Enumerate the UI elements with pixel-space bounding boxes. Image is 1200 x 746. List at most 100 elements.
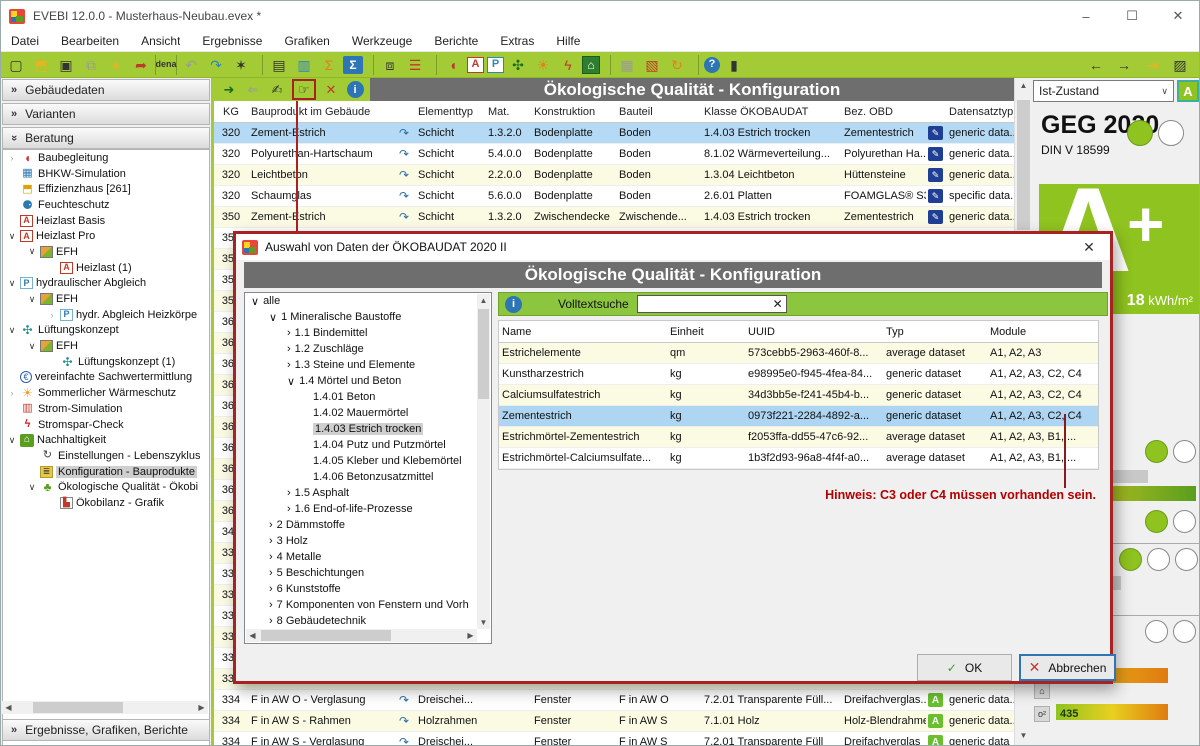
separator[interactable]: [691, 55, 699, 75]
menu-item[interactable]: Datei: [11, 34, 39, 48]
menu-item[interactable]: Grafiken: [284, 34, 329, 48]
col-datensatztyp[interactable]: Datensatztyp: [946, 106, 1014, 118]
scroll-left-icon[interactable]: ◀: [246, 629, 259, 642]
table-row[interactable]: 350 Zement-Estrich ↷ Schicht 1.3.2.0 Zwi…: [214, 207, 1014, 228]
sidebar-item-stromspar-check[interactable]: ϟ Stromspar-Check: [3, 417, 209, 433]
back-icon[interactable]: ⇐: [244, 81, 262, 99]
separator[interactable]: [366, 55, 374, 75]
col-uuid[interactable]: UUID: [745, 326, 883, 338]
dialog-tree-beschichtungen[interactable]: › 5 Beschichtungen: [245, 565, 491, 581]
col-konstruktion[interactable]: Konstruktion: [531, 106, 616, 118]
sidebar-item-heizlast-basis[interactable]: A Heizlast Basis: [3, 213, 209, 229]
dialog-tree-end-of-life[interactable]: › 1.6 End-of-life-Prozesse: [245, 501, 491, 517]
tree-expander-icon[interactable]: ›: [269, 535, 273, 547]
tree-expander-icon[interactable]: ∨: [27, 294, 37, 305]
nav-forward-icon[interactable]: →: [1113, 55, 1135, 75]
scroll-down-icon[interactable]: ▼: [1015, 728, 1032, 743]
tree-vertical-scrollbar[interactable]: ▲ ▼: [477, 294, 490, 629]
help-icon[interactable]: ?: [704, 57, 720, 73]
tree-expander-icon[interactable]: ›: [269, 615, 273, 627]
dataset-row[interactable]: Zementestrich kg 0973f221-2284-4892-a...…: [499, 406, 1098, 427]
info-icon[interactable]: i: [346, 81, 364, 99]
scrollbar-thumb[interactable]: [1017, 100, 1030, 230]
sidebar-item-lueftungskonzept-1[interactable]: ✣ Lüftungskonzept (1): [3, 354, 209, 370]
lightning-icon[interactable]: ϟ: [557, 55, 579, 75]
edit-doc-icon[interactable]: ✍: [268, 81, 286, 99]
dialog-tree-moertel-und-beton[interactable]: ∨ 1.4 Mörtel und Beton: [245, 373, 491, 389]
dialog-tree-kunststoffe[interactable]: › 6 Kunststoffe: [245, 581, 491, 597]
separator[interactable]: [255, 55, 263, 75]
dialog-tree-asphalt[interactable]: › 1.5 Asphalt: [245, 485, 491, 501]
dialog-tree-putz-und-putzmoertel[interactable]: 1.4.04 Putz und Putzmörtel: [245, 437, 491, 453]
sidebar-item-konfiguration-bauprodukte[interactable]: ≣ Konfiguration - Bauprodukte: [3, 464, 209, 480]
sum-all-icon[interactable]: Σ: [343, 56, 363, 74]
col-bez-obd[interactable]: Bez. OBD: [841, 106, 926, 118]
tree-expander-icon[interactable]: ›: [269, 519, 273, 531]
tree-expander-icon[interactable]: ∨: [27, 246, 37, 257]
ok-button[interactable]: ✓ OK: [917, 654, 1012, 681]
dialog-tree-bindemittel[interactable]: › 1.1 Bindemittel: [245, 325, 491, 341]
table-row[interactable]: 334 F in AW S - Rahmen ↷ Holzrahmen Fens…: [214, 711, 1014, 732]
tree-expander-icon[interactable]: ›: [269, 599, 273, 611]
tree-expander-icon[interactable]: ›: [269, 583, 273, 595]
sidebar-item-hydraulischer-abgleich[interactable]: ∨ P hydraulischer Abgleich: [3, 276, 209, 292]
tree-expander-icon[interactable]: ∨: [7, 231, 17, 242]
scroll-up-icon[interactable]: ▲: [1015, 78, 1032, 93]
nav-back-icon[interactable]: ←: [1085, 55, 1107, 75]
new-file-icon[interactable]: ▢: [5, 55, 27, 75]
tree-expander-icon[interactable]: ›: [269, 551, 273, 563]
dialog-tree-metalle[interactable]: › 4 Metalle: [245, 549, 491, 565]
sidebar-item-bhkw-simulation[interactable]: ▦ BHKW-Simulation: [3, 166, 209, 182]
sidebar-section-beratung[interactable]: » Beratung: [2, 127, 210, 149]
tree-expander-icon[interactable]: ›: [7, 388, 17, 398]
pick-dataset-icon[interactable]: ☞: [292, 79, 316, 100]
tree-expander-icon[interactable]: ∨: [287, 375, 295, 388]
menu-item[interactable]: Ergebnisse: [202, 34, 262, 48]
col-name[interactable]: Name: [499, 326, 667, 338]
tree-expander-icon[interactable]: ›: [287, 359, 291, 371]
dialog-tree-daemmstoffe[interactable]: › 2 Dämmstoffe: [245, 517, 491, 533]
search-input[interactable]: ✕: [637, 295, 787, 313]
dialog-close-icon[interactable]: ✕: [1074, 239, 1104, 256]
menu-item[interactable]: Berichte: [434, 34, 478, 48]
sidebar-item-baubegleitung[interactable]: › ◖ Baubegleitung: [3, 150, 209, 166]
structure-icon[interactable]: ⧈: [379, 55, 401, 75]
col-bauprodukt[interactable]: Bauprodukt im Gebäude: [248, 106, 393, 118]
maximize-button[interactable]: ☐: [1109, 1, 1155, 31]
sidebar-item-effizienzhaus[interactable]: ⬒ Effizienzhaus [261]: [3, 181, 209, 197]
dialog-tree-betonzusatzmittel[interactable]: 1.4.06 Betonzusatzmittel: [245, 469, 491, 485]
dialog-tree-beton[interactable]: 1.4.01 Beton: [245, 389, 491, 405]
eco-house-icon[interactable]: ⌂: [582, 56, 600, 74]
copy-icon[interactable]: ⧉: [80, 55, 102, 75]
sidebar-item-sommerlicher-waermeschutz[interactable]: › ☀ Sommerlicher Wärmeschutz: [3, 385, 209, 401]
dataset-edit-icon[interactable]: ✎: [928, 168, 943, 182]
tree-expander-icon[interactable]: ∨: [7, 325, 17, 336]
sidebar-item-efh-3[interactable]: ∨ EFH: [3, 338, 209, 354]
dataset-row[interactable]: Estrichelemente qm 573cebb5-2963-460f-8.…: [499, 343, 1098, 364]
tree-expander-icon[interactable]: ›: [287, 503, 291, 515]
dialog-tree-kleber-und-klebemoertel[interactable]: 1.4.05 Kleber und Klebemörtel: [245, 453, 491, 469]
sidebar-item-heizlast-1[interactable]: A Heizlast (1): [3, 260, 209, 276]
table-row[interactable]: 320 Leichtbeton ↷ Schicht 2.2.0.0 Bodenp…: [214, 165, 1014, 186]
sidebar-item-feuchteschutz[interactable]: ⚈ Feuchteschutz: [3, 197, 209, 213]
list-icon[interactable]: ☰: [404, 55, 426, 75]
menu-item[interactable]: Ansicht: [141, 34, 180, 48]
dataset-row[interactable]: Kunstharzestrich kg e98995e0-f945-4fea-8…: [499, 364, 1098, 385]
tree-expander-icon[interactable]: ∨: [251, 295, 259, 308]
separator[interactable]: [429, 55, 437, 75]
minimize-button[interactable]: –: [1063, 1, 1109, 31]
close-button[interactable]: ✕: [1155, 1, 1200, 31]
dataset-row[interactable]: Estrichmörtel-Calciumsulfate... kg 1b3f2…: [499, 448, 1098, 469]
nav-next-icon[interactable]: ⇥: [1141, 55, 1163, 75]
sidebar-item-einstellungen-lebenszyklus[interactable]: ↻ Einstellungen - Lebenszyklus: [3, 448, 209, 464]
tree-horizontal-scrollbar[interactable]: ◀ ▶: [246, 629, 477, 642]
tree-expander-icon[interactable]: ∨: [7, 278, 17, 289]
dataset-edit-icon[interactable]: ✎: [928, 210, 943, 224]
menu-item[interactable]: Hilfe: [556, 34, 580, 48]
dataset-edit-icon[interactable]: ✎: [928, 189, 943, 203]
tree-expander-icon[interactable]: ›: [287, 327, 291, 339]
col-module[interactable]: Module: [987, 326, 1099, 338]
cancel-button[interactable]: ✕ Abbrechen: [1019, 654, 1116, 681]
info-icon[interactable]: i: [505, 296, 522, 313]
chart-edit-icon[interactable]: ▨: [1169, 55, 1191, 75]
